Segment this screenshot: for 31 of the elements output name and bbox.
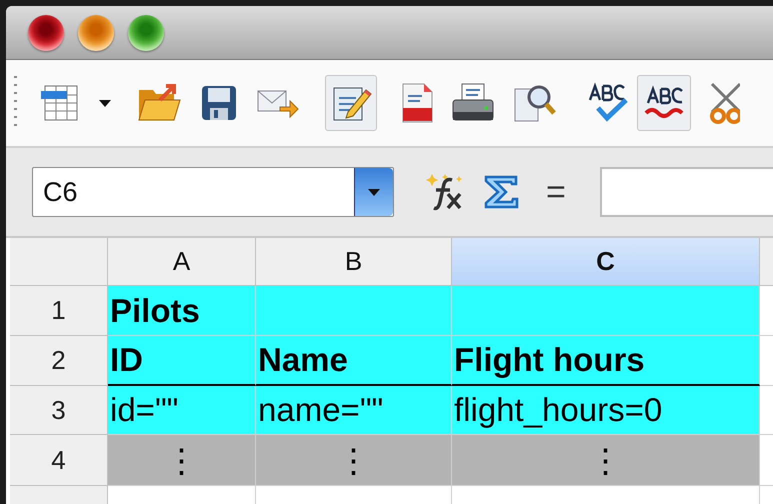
scissors-icon xyxy=(710,82,740,124)
edit-document-button[interactable] xyxy=(325,75,377,131)
function-button[interactable]: = xyxy=(546,172,566,212)
table-cell: id="" xyxy=(108,386,256,435)
table-cell: ⋮ xyxy=(256,435,452,486)
row-header[interactable]: 1 xyxy=(10,286,108,336)
table-cell: Pilots xyxy=(108,286,256,336)
pdf-icon xyxy=(400,82,434,124)
table-cell: flight_hours=0 xyxy=(452,386,760,435)
table-cell: ⋮ xyxy=(108,435,256,486)
table-cell: Flight hours xyxy=(452,336,760,386)
column-header[interactable]: C xyxy=(452,238,760,286)
row-header[interactable]: 3 xyxy=(10,386,108,435)
table-cell: name="" xyxy=(256,386,452,435)
auto-spellcheck-button[interactable] xyxy=(637,75,691,131)
zoom-button[interactable] xyxy=(128,14,164,50)
spellcheck-icon xyxy=(586,82,630,124)
caret-icon xyxy=(98,98,112,108)
minimize-button[interactable] xyxy=(78,14,114,50)
table-cell: ⋮ xyxy=(452,435,760,486)
table-cell: Name xyxy=(256,336,452,386)
row-header[interactable]: 2 xyxy=(10,336,108,386)
name-box[interactable]: C6 xyxy=(32,167,394,217)
close-button[interactable] xyxy=(28,14,64,50)
column-header[interactable]: B xyxy=(256,238,452,286)
row-header[interactable]: 4 xyxy=(10,435,108,486)
column-header[interactable]: A xyxy=(108,238,256,286)
table-cell: ID xyxy=(108,336,256,386)
caret-icon[interactable] xyxy=(368,188,380,196)
formula-input[interactable] xyxy=(600,167,773,217)
sum-icon[interactable] xyxy=(482,174,520,210)
